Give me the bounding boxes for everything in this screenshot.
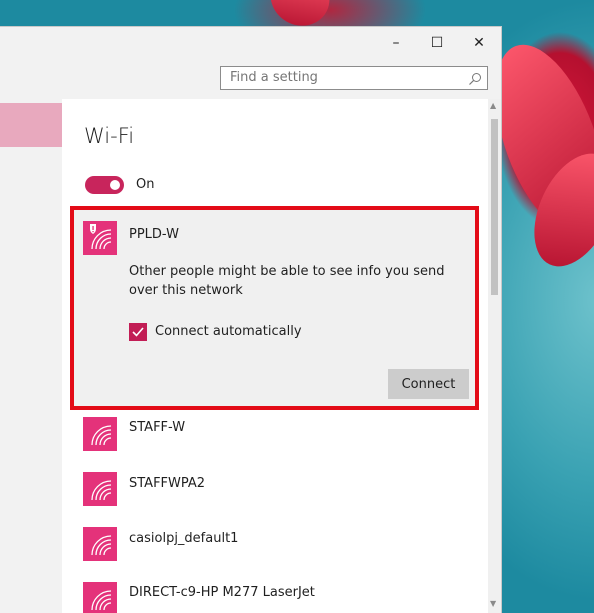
search-placeholder: Find a setting (230, 70, 318, 85)
search-icon (468, 71, 482, 90)
minimize-button[interactable]: – (378, 29, 414, 57)
network-name: casiolpj_default1 (129, 531, 239, 546)
wifi-toggle[interactable] (85, 176, 124, 194)
network-name: DIRECT-c9-HP M277 LaserJet (129, 585, 315, 600)
page-title: Wi-Fi (84, 124, 135, 148)
title-bar: – ☐ ✕ (0, 27, 501, 59)
sidebar (0, 99, 62, 613)
sidebar-item-selected[interactable] (0, 103, 62, 147)
maximize-button[interactable]: ☐ (419, 29, 455, 57)
wifi-icon (83, 582, 117, 613)
close-button[interactable]: ✕ (461, 29, 497, 57)
wifi-icon (83, 527, 117, 561)
wifi-icon (83, 417, 117, 451)
toggle-knob (110, 180, 120, 190)
network-name: STAFF-W (129, 420, 186, 435)
wifi-toggle-label: On (136, 177, 155, 192)
wifi-icon (83, 472, 117, 506)
network-name: STAFFWPA2 (129, 476, 206, 491)
highlight-annotation (70, 206, 479, 410)
search-input[interactable]: Find a setting (220, 66, 488, 90)
scroll-up-arrow[interactable]: ▲ (490, 101, 496, 110)
scrollbar[interactable]: ▲ ▼ (488, 99, 501, 613)
scroll-down-arrow[interactable]: ▼ (490, 599, 496, 608)
scroll-thumb[interactable] (491, 119, 498, 295)
